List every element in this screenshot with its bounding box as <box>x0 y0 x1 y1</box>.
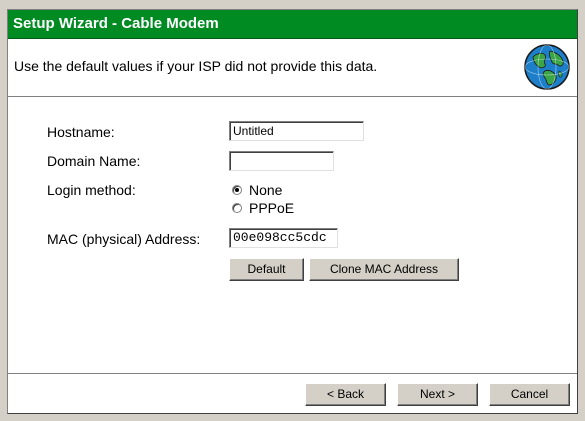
hostname-input[interactable]: Untitled <box>229 121 364 141</box>
radio-none[interactable] <box>232 185 242 195</box>
cancel-button[interactable]: Cancel <box>489 383 570 406</box>
clone-mac-address-button[interactable]: Clone MAC Address <box>309 258 459 281</box>
radio-pppoe[interactable] <box>232 203 242 213</box>
wizard-header: Use the default values if your ISP did n… <box>8 39 577 97</box>
login-option-none-label: None <box>249 182 283 198</box>
mac-address-input[interactable]: 00e098cc5cdc <box>229 228 338 248</box>
back-button[interactable]: < Back <box>305 383 386 406</box>
domain-name-input[interactable] <box>229 151 334 171</box>
login-option-pppoe[interactable]: PPPoE <box>232 200 294 216</box>
login-option-pppoe-label: PPPoE <box>249 200 295 216</box>
domain-name-label: Domain Name: <box>47 153 141 169</box>
login-option-none[interactable]: None <box>232 182 282 198</box>
mac-address-label: MAC (physical) Address: <box>47 231 201 247</box>
setup-wizard-window: Setup Wizard - Cable Modem Use the defau… <box>7 9 578 414</box>
wizard-footer: < Back Next > Cancel <box>8 373 577 413</box>
next-button[interactable]: Next > <box>397 383 478 406</box>
title-bar: Setup Wizard - Cable Modem <box>8 10 577 39</box>
login-method-label: Login method: <box>47 182 136 198</box>
instruction-text: Use the default values if your ISP did n… <box>14 58 378 74</box>
globe-icon <box>524 44 570 90</box>
default-button[interactable]: Default <box>229 258 304 281</box>
hostname-label: Hostname: <box>47 124 115 140</box>
